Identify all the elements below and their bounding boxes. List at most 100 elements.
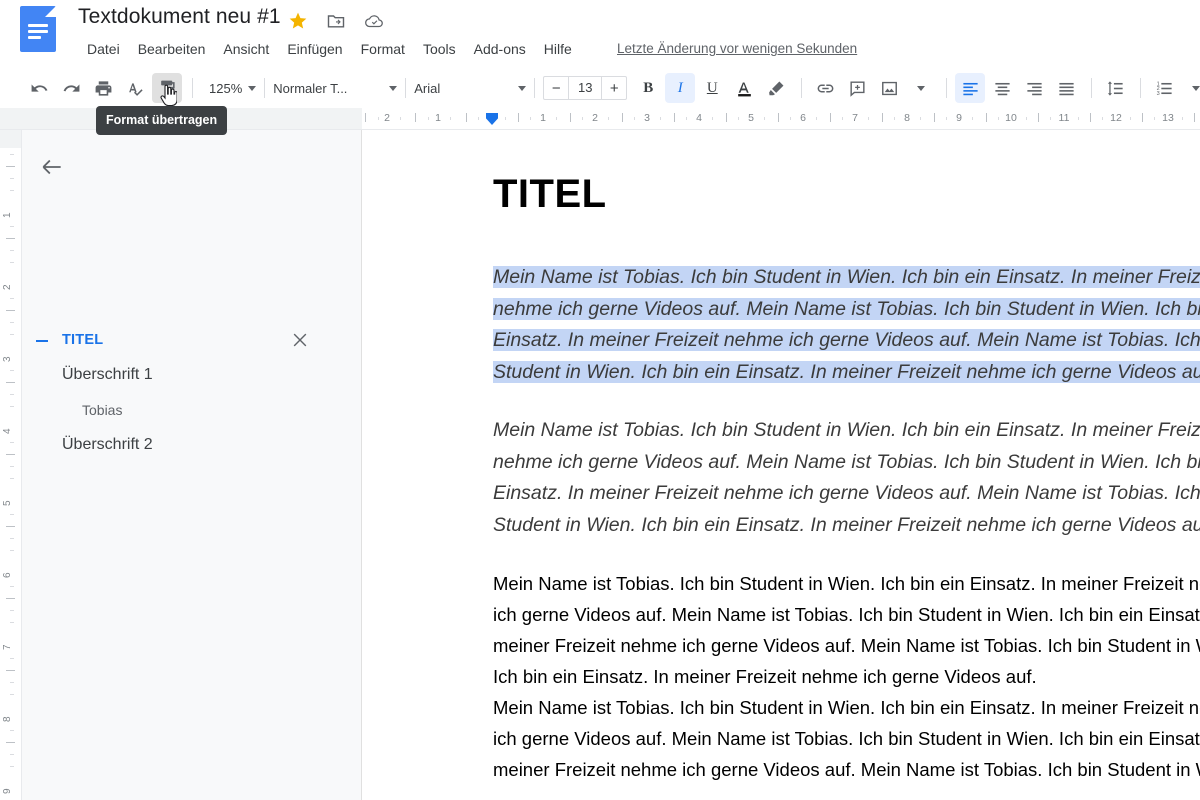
chevron-down-icon: [248, 85, 257, 91]
italic-button[interactable]: I: [665, 73, 696, 103]
close-icon: [290, 330, 312, 350]
underline-button[interactable]: U: [697, 73, 727, 103]
move-to-folder-icon[interactable]: [326, 11, 346, 31]
increase-font-size-button[interactable]: +: [602, 77, 626, 99]
spellcheck-icon: [126, 79, 145, 98]
align-center-button[interactable]: [987, 73, 1017, 103]
zoom-value: 125%: [209, 80, 243, 96]
ruler-number: 5: [2, 500, 13, 506]
add-comment-button[interactable]: [842, 73, 872, 103]
document-title[interactable]: Textdokument neu #1: [78, 5, 281, 29]
ruler-number: 4: [2, 428, 13, 434]
bold-button[interactable]: B: [633, 73, 663, 103]
cloud-saved-icon[interactable]: [364, 11, 384, 31]
ruler-number: 2: [384, 112, 390, 124]
font-size-stepper[interactable]: − 13 +: [543, 76, 628, 100]
toolbar-divider-2: [264, 78, 266, 98]
docs-logo-icon[interactable]: [20, 6, 56, 52]
redo-icon: [62, 79, 81, 98]
menu-hilfe[interactable]: Hilfe: [535, 39, 581, 59]
ruler-number: 10: [1005, 112, 1017, 124]
image-options-dropdown[interactable]: [906, 73, 936, 103]
outline-item-tobias[interactable]: Tobias: [82, 402, 122, 418]
highlight-color-button[interactable]: [761, 73, 791, 103]
title-icon-group: [288, 11, 384, 31]
font-family-dropdown[interactable]: Arial: [414, 81, 527, 96]
align-left-button[interactable]: [955, 73, 986, 103]
ruler-number: 6: [2, 572, 13, 578]
outline-item-ueberschrift-2[interactable]: Überschrift 2: [62, 436, 153, 454]
outline-active-marker: [36, 340, 48, 342]
menu-datei[interactable]: Datei: [78, 39, 129, 59]
ruler-number: 1: [435, 112, 441, 124]
outline-close-button[interactable]: [290, 330, 312, 352]
insert-image-icon: [880, 79, 899, 98]
spellcheck-button[interactable]: [120, 73, 150, 103]
last-edit-status[interactable]: Letzte Änderung vor wenigen Sekunden: [617, 41, 857, 56]
print-button[interactable]: [88, 73, 118, 103]
menu-addons[interactable]: Add-ons: [465, 39, 535, 59]
menu-bearbeiten[interactable]: Bearbeiten: [129, 39, 215, 59]
document-page[interactable]: TITEL Mein Name ist Tobias. Ich bin Stud…: [362, 130, 1200, 785]
svg-text:3: 3: [1156, 90, 1159, 96]
font-size-input[interactable]: 13: [568, 77, 603, 99]
chevron-down-icon: [389, 85, 398, 91]
insert-image-button[interactable]: [874, 73, 904, 103]
google-docs-window: Textdokument neu #1 Datei Bearbeiten Ans…: [0, 0, 1200, 800]
outline-back-button[interactable]: [39, 154, 67, 182]
paragraph-plain-1[interactable]: Mein Name ist Tobias. Ich bin Student in…: [493, 568, 1200, 692]
redo-button[interactable]: [56, 73, 86, 103]
align-justify-button[interactable]: [1051, 73, 1081, 103]
zoom-control[interactable]: 125%: [201, 80, 257, 96]
vertical-ruler[interactable]: 1 2 3 4 5 6 7 8 9: [0, 130, 22, 800]
paragraph-selected[interactable]: Mein Name ist Tobias. Ich bin Student in…: [493, 262, 1200, 388]
line-spacing-button[interactable]: [1100, 73, 1130, 103]
paint-format-tooltip: Format übertragen: [96, 106, 228, 135]
toolbar-divider-8: [1140, 78, 1142, 98]
indent-marker-icon[interactable]: [486, 113, 498, 125]
paragraph-plain-2[interactable]: Mein Name ist Tobias. Ich bin Student in…: [493, 692, 1200, 785]
decrease-font-size-button[interactable]: −: [544, 77, 568, 99]
numbered-list-options[interactable]: [1181, 73, 1200, 103]
undo-button[interactable]: [24, 73, 54, 103]
insert-link-button[interactable]: [810, 73, 840, 103]
ruler-number: 7: [852, 112, 858, 124]
document-scroll-area[interactable]: TITEL Mein Name ist Tobias. Ich bin Stud…: [362, 130, 1200, 800]
align-right-button[interactable]: [1019, 73, 1049, 103]
ruler-number: 8: [2, 716, 13, 722]
chevron-down-icon: [518, 85, 527, 91]
ruler-number: 9: [956, 112, 962, 124]
menu-format[interactable]: Format: [352, 39, 414, 59]
align-justify-icon: [1057, 79, 1076, 98]
ruler-number: 4: [696, 112, 702, 124]
formatting-toolbar: 125% Normaler T... Arial − 13 + B I U 1 …: [0, 68, 1200, 108]
chevron-down-icon: [1192, 85, 1200, 91]
outline-item-ueberschrift-1[interactable]: Überschrift 1: [62, 366, 153, 384]
ruler-number: 3: [2, 356, 13, 362]
align-center-icon: [993, 79, 1012, 98]
ruler-number: 9: [2, 788, 13, 794]
menu-bar: Datei Bearbeiten Ansicht Einfügen Format…: [78, 39, 581, 59]
numbered-list-button[interactable]: 123: [1149, 73, 1179, 103]
document-heading-title[interactable]: TITEL: [493, 172, 1200, 216]
text-color-button[interactable]: [729, 73, 759, 103]
paragraph-italic-2[interactable]: Mein Name ist Tobias. Ich bin Student in…: [493, 415, 1200, 541]
toolbar-divider-6: [946, 78, 948, 98]
ruler-number: 8: [904, 112, 910, 124]
align-right-icon: [1025, 79, 1044, 98]
menu-tools[interactable]: Tools: [414, 39, 465, 59]
ruler-number: 1: [540, 112, 546, 124]
paragraph-style-dropdown[interactable]: Normaler T...: [273, 81, 398, 96]
menu-einfuegen[interactable]: Einfügen: [278, 39, 351, 59]
menu-ansicht[interactable]: Ansicht: [214, 39, 278, 59]
star-icon[interactable]: [288, 11, 308, 31]
toolbar-divider-1: [192, 78, 193, 98]
ruler-number: 2: [2, 284, 13, 290]
ruler-number: 13: [1162, 112, 1174, 124]
bold-icon: B: [643, 79, 654, 96]
outline-item-titel[interactable]: TITEL: [62, 332, 103, 348]
ruler-number: 5: [748, 112, 754, 124]
toolbar-divider-7: [1091, 78, 1093, 98]
numbered-list-icon: 123: [1155, 79, 1174, 98]
toolbar-divider-3: [405, 78, 407, 98]
